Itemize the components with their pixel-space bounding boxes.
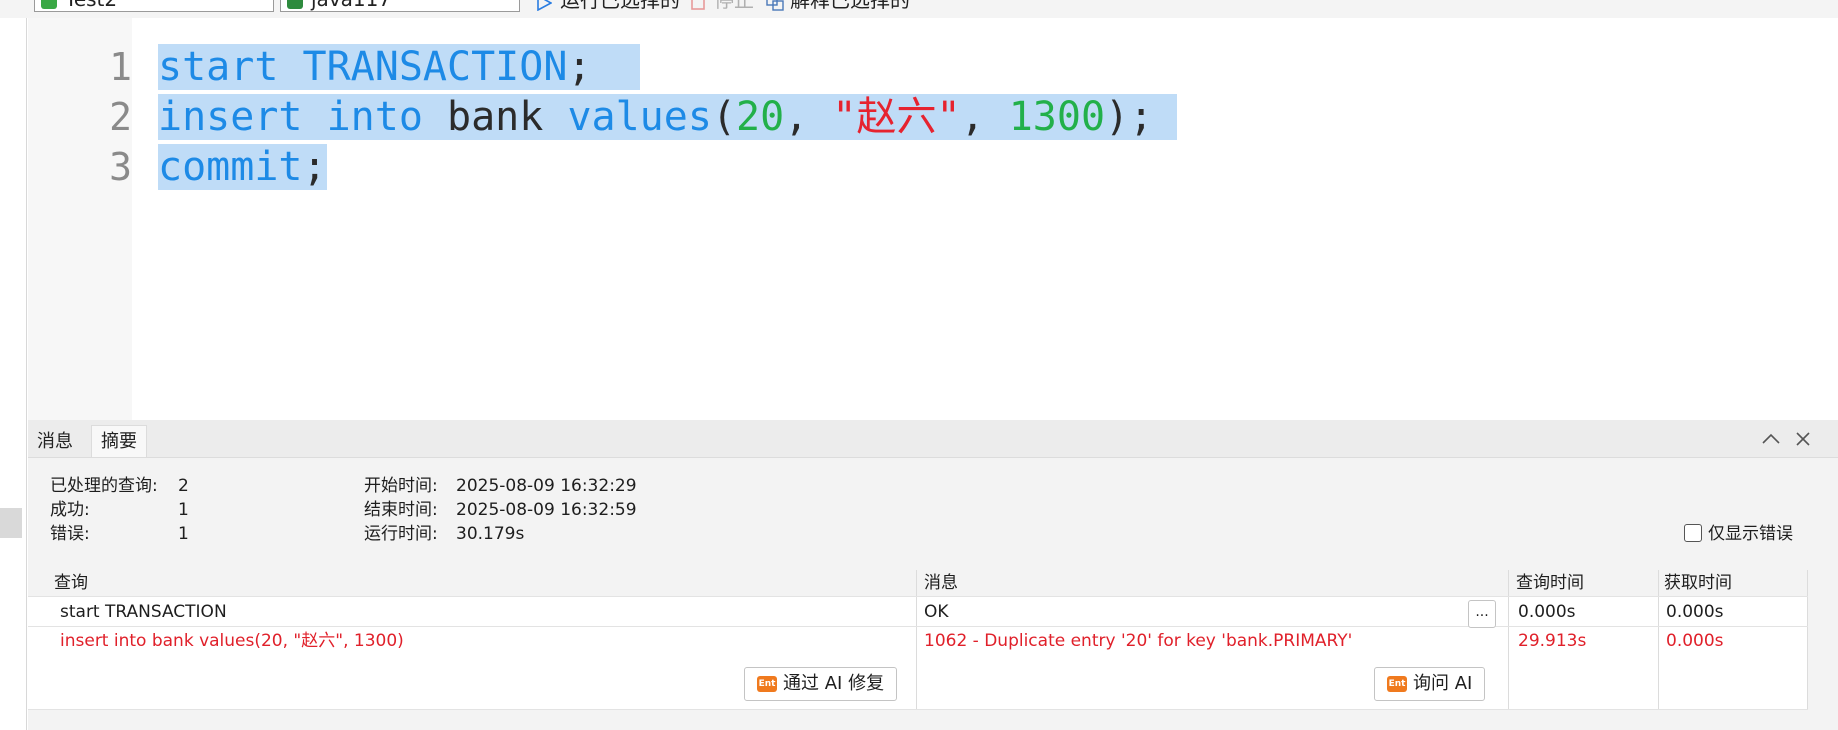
- punctuation: );: [1105, 94, 1154, 140]
- column-divider: [1658, 570, 1659, 710]
- row-1-message[interactable]: OK: [924, 601, 949, 623]
- connection-select[interactable]: Test2: [34, 0, 274, 12]
- punctuation: (: [711, 94, 737, 140]
- success-value: 1: [178, 500, 189, 520]
- code-line-1: start TRANSACTION;: [158, 42, 640, 92]
- end-time-value: 2025-08-09 16:32:59: [456, 500, 637, 520]
- code-line-2: insert into bank values(20, "赵六", 1300);: [158, 92, 1178, 142]
- ask-ai-button[interactable]: Ent 询问 AI: [1374, 667, 1486, 701]
- toolbar: Test2 java117 运行已选择的 停止 解释已选择的: [0, 0, 1838, 18]
- play-icon: [536, 0, 553, 16]
- database-select[interactable]: java117: [280, 0, 520, 12]
- processed-queries-label: 已处理的查询:: [50, 476, 158, 496]
- fix-with-ai-label: 通过 AI 修复: [783, 673, 885, 694]
- row-1-query[interactable]: start TRANSACTION: [60, 601, 227, 623]
- ai-badge-icon: Ent: [1387, 676, 1407, 692]
- only-errors-label[interactable]: 仅显示错误: [1708, 524, 1793, 544]
- punctuation: ;: [302, 144, 327, 190]
- punctuation: ,: [960, 94, 1009, 140]
- column-header-query-time[interactable]: 查询时间: [1508, 570, 1658, 596]
- column-header-query[interactable]: 查询: [28, 570, 916, 596]
- database-icon: [287, 0, 303, 9]
- results-panel: 消息 摘要 已处理的查询: 2 成功: 1 错误: 1 开始时间: 2025-0…: [28, 420, 1838, 730]
- column-divider: [916, 570, 917, 710]
- line-number: 1: [109, 45, 132, 89]
- stop-icon: [690, 0, 706, 16]
- run-selected-button[interactable]: 运行已选择的: [536, 0, 680, 12]
- left-border: [26, 18, 27, 730]
- explain-selected-button[interactable]: 解释已选择的: [766, 0, 910, 12]
- explain-selected-label: 解释已选择的: [790, 0, 910, 12]
- start-time-value: 2025-08-09 16:32:29: [456, 476, 637, 496]
- left-collapse-handle[interactable]: [0, 508, 22, 538]
- stop-label: 停止: [714, 0, 754, 12]
- stop-button[interactable]: 停止: [690, 0, 754, 12]
- connection-select-value: Test2: [65, 0, 117, 11]
- row-2-query[interactable]: insert into bank values(20, "赵六", 1300): [60, 630, 404, 652]
- sql-editor[interactable]: 1 2 3 start TRANSACTION; insert into ban…: [28, 18, 1838, 420]
- row-divider: [28, 709, 1808, 710]
- ask-ai-label: 询问 AI: [1413, 673, 1473, 694]
- end-time-label: 结束时间:: [364, 500, 438, 520]
- punctuation: ;: [567, 44, 592, 90]
- processed-queries-value: 2: [178, 476, 189, 496]
- run-time-label: 运行时间:: [364, 524, 438, 544]
- row-2-query-time[interactable]: 29.913s: [1518, 630, 1586, 652]
- run-selected-label: 运行已选择的: [560, 0, 680, 12]
- keyword: into: [326, 94, 423, 140]
- number-literal: 1300: [1008, 94, 1106, 140]
- keyword: start: [158, 44, 279, 90]
- keyword: TRANSACTION: [302, 44, 568, 90]
- errors-label: 错误:: [50, 524, 90, 544]
- number-literal: 20: [736, 94, 785, 140]
- fix-with-ai-button[interactable]: Ent 通过 AI 修复: [744, 667, 898, 701]
- start-time-label: 开始时间:: [364, 476, 438, 496]
- row-2-fetch-time[interactable]: 0.000s: [1666, 630, 1724, 652]
- row-1-fetch-time[interactable]: 0.000s: [1666, 601, 1724, 623]
- line-number-gutter: 1 2 3: [28, 18, 132, 420]
- column-header-message[interactable]: 消息: [916, 570, 1508, 596]
- only-errors-checkbox[interactable]: [1684, 524, 1702, 542]
- column-divider: [1508, 570, 1509, 710]
- column-header-fetch-time[interactable]: 获取时间: [1658, 570, 1808, 596]
- string-literal: "赵六": [832, 94, 961, 140]
- row-1-query-time[interactable]: 0.000s: [1518, 601, 1576, 623]
- close-icon[interactable]: [1792, 428, 1814, 450]
- tab-summary[interactable]: 摘要: [91, 425, 147, 457]
- keyword: insert: [158, 94, 303, 140]
- results-grid: 查询 消息 查询时间 获取时间 start TRANSACTION OK ...…: [28, 570, 1808, 710]
- ai-badge-icon: Ent: [757, 676, 777, 692]
- run-time-value: 30.179s: [456, 524, 525, 544]
- keyword: commit: [158, 144, 303, 190]
- tab-messages[interactable]: 消息: [28, 426, 82, 457]
- database-select-value: java117: [311, 0, 391, 11]
- line-number: 3: [109, 145, 132, 189]
- row-divider: [28, 596, 1808, 597]
- chevron-up-icon[interactable]: [1760, 428, 1782, 450]
- success-label: 成功:: [50, 500, 90, 520]
- table-name: bank: [447, 94, 544, 140]
- column-divider: [1807, 570, 1808, 710]
- code-line-3: commit;: [158, 142, 327, 192]
- connection-icon: [41, 0, 57, 9]
- punctuation: ,: [784, 94, 833, 140]
- message-detail-button[interactable]: ...: [1468, 600, 1496, 628]
- row-2-message[interactable]: 1062 - Duplicate entry '20' for key 'ban…: [924, 630, 1352, 652]
- line-number: 2: [109, 95, 132, 139]
- row-divider: [28, 626, 1808, 627]
- results-tabs: 消息 摘要: [28, 420, 1838, 458]
- explain-icon: [766, 0, 784, 16]
- keyword: values: [567, 94, 712, 140]
- errors-value: 1: [178, 524, 189, 544]
